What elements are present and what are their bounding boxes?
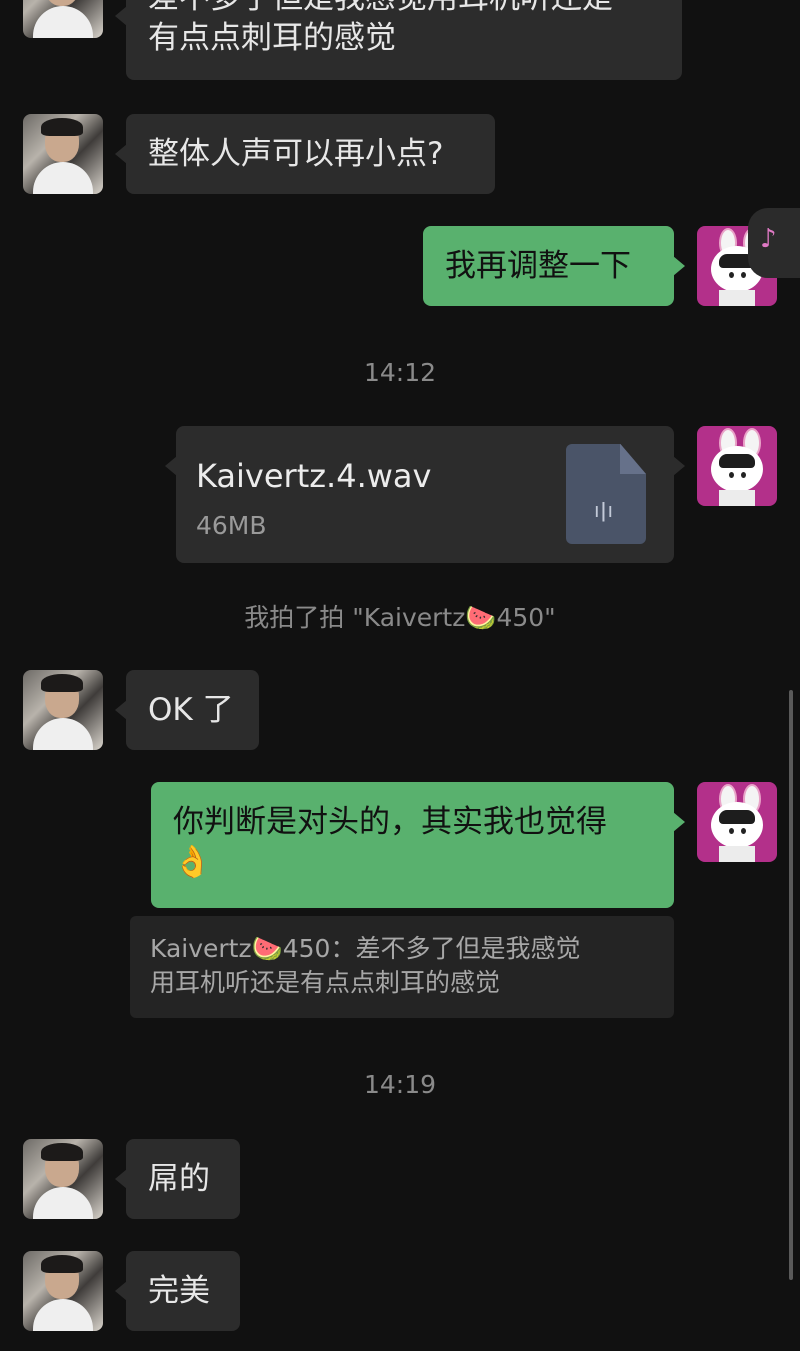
avatar-face — [711, 802, 763, 848]
avatar-eye — [729, 472, 734, 478]
avatar-hair — [719, 454, 755, 468]
pat-notice: 我拍了拍 "Kaivertz🍉450" — [244, 603, 556, 632]
music-note-icon: ♪ — [760, 224, 777, 254]
message-bubble-outgoing[interactable]: 我再调整一下 — [423, 226, 685, 306]
audio-file-icon: ıǀı — [566, 444, 646, 544]
scrollbar[interactable] — [789, 690, 793, 1280]
message-bubble-outgoing[interactable]: 你判断是对头的，其实我也觉得 👌 — [151, 782, 685, 908]
avatar-body — [33, 1187, 93, 1219]
file-fold — [620, 444, 646, 474]
floating-music-widget[interactable]: ♪ — [748, 208, 800, 278]
avatar-eye — [729, 828, 734, 834]
avatar-hair — [41, 674, 83, 692]
my-avatar[interactable] — [697, 426, 777, 506]
contact-avatar[interactable] — [23, 670, 103, 750]
avatar-hair — [719, 810, 755, 824]
file-name: Kaivertz.4.wav — [196, 457, 432, 495]
avatar-shirt — [719, 290, 755, 306]
contact-avatar[interactable] — [23, 1251, 103, 1331]
file-size: 46MB — [196, 511, 267, 540]
contact-avatar[interactable] — [23, 1139, 103, 1219]
avatar-shirt — [719, 490, 755, 506]
waveform-icon: ıǀı — [594, 498, 615, 522]
timestamp: 14:12 — [363, 358, 437, 387]
avatar-eye — [741, 472, 746, 478]
file-message[interactable]: Kaivertz.4.wav 46MB ıǀı — [165, 426, 685, 563]
avatar-shirt — [719, 846, 755, 862]
contact-avatar[interactable] — [23, 0, 103, 38]
message-bubble-incoming[interactable]: 屌的 — [115, 1139, 240, 1219]
avatar-body — [33, 718, 93, 750]
message-bubble-incoming[interactable]: 完美 — [115, 1251, 240, 1331]
avatar-face — [711, 446, 763, 492]
avatar-body — [33, 162, 93, 194]
timestamp: 14:19 — [363, 1070, 437, 1099]
avatar-hair — [41, 1143, 83, 1161]
message-bubble-incoming[interactable]: 差不多了但是我感觉用耳机听还是 有点点刺耳的感觉 — [115, 0, 682, 80]
quoted-message[interactable]: Kaivertz🍉450：差不多了但是我感觉 用耳机听还是有点点刺耳的感觉 — [130, 916, 674, 1018]
avatar-eye — [729, 272, 734, 278]
avatar-eye — [741, 272, 746, 278]
message-bubble-incoming[interactable]: 整体人声可以再小点? — [115, 114, 495, 194]
message-bubble-incoming[interactable]: OK 了 — [115, 670, 259, 750]
avatar-hair — [41, 1255, 83, 1273]
my-avatar[interactable] — [697, 782, 777, 862]
avatar-eye — [741, 828, 746, 834]
contact-avatar[interactable] — [23, 114, 103, 194]
avatar-body — [33, 1299, 93, 1331]
avatar-hair — [41, 118, 83, 136]
avatar-body — [33, 6, 93, 38]
